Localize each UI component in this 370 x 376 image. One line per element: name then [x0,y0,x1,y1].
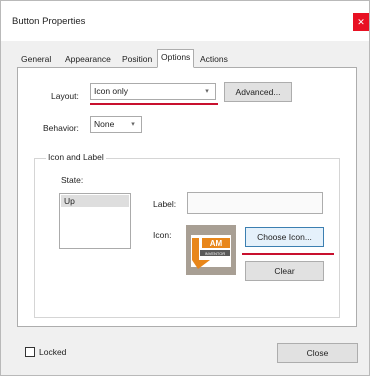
tab-position[interactable]: Position [118,51,156,67]
chevron-down-icon: ▾ [131,121,135,128]
advanced-button[interactable]: Advanced... [224,82,292,102]
close-icon[interactable]: ✕ [353,13,369,31]
group-title: Icon and Label [46,152,106,162]
annotation-underline-layout [90,103,218,105]
close-button[interactable]: Close [277,343,358,363]
tab-actions[interactable]: Actions [196,51,232,67]
label-input[interactable] [187,192,323,214]
behavior-value: None [94,119,115,129]
annotation-underline-choose-icon [242,253,334,255]
layout-label: Layout: [51,91,79,101]
choose-icon-button[interactable]: Choose Icon... [245,227,324,247]
i-am-inventor-logo-icon: AM INVENTOR [186,225,236,275]
tab-options[interactable]: Options [157,49,195,68]
tab-appearance[interactable]: Appearance [61,51,115,67]
chevron-down-icon: ▾ [205,88,209,95]
title-bar: Button Properties ✕ [1,1,369,41]
clear-button[interactable]: Clear [245,261,324,281]
tab-general[interactable]: General [17,51,55,67]
behavior-dropdown[interactable]: None ▾ [90,116,142,133]
locked-checkbox[interactable] [25,347,35,357]
logo-text-inventor: INVENTOR [205,251,226,256]
list-item[interactable]: Up [61,195,129,207]
state-label: State: [61,175,84,185]
icon-preview-image: AM INVENTOR [186,225,236,275]
logo-text-am: AM [210,239,223,248]
label-field-label: Label: [153,199,177,209]
layout-dropdown[interactable]: Icon only ▾ [90,83,216,100]
behavior-label: Behavior: [43,123,79,133]
locked-label: Locked [39,347,67,357]
layout-value: Icon only [94,86,129,96]
state-listbox[interactable]: Up [59,193,131,249]
dialog-title: Button Properties [12,16,86,27]
button-properties-dialog: Button Properties ✕ General Appearance P… [0,0,370,376]
icon-label: Icon: [153,230,172,240]
